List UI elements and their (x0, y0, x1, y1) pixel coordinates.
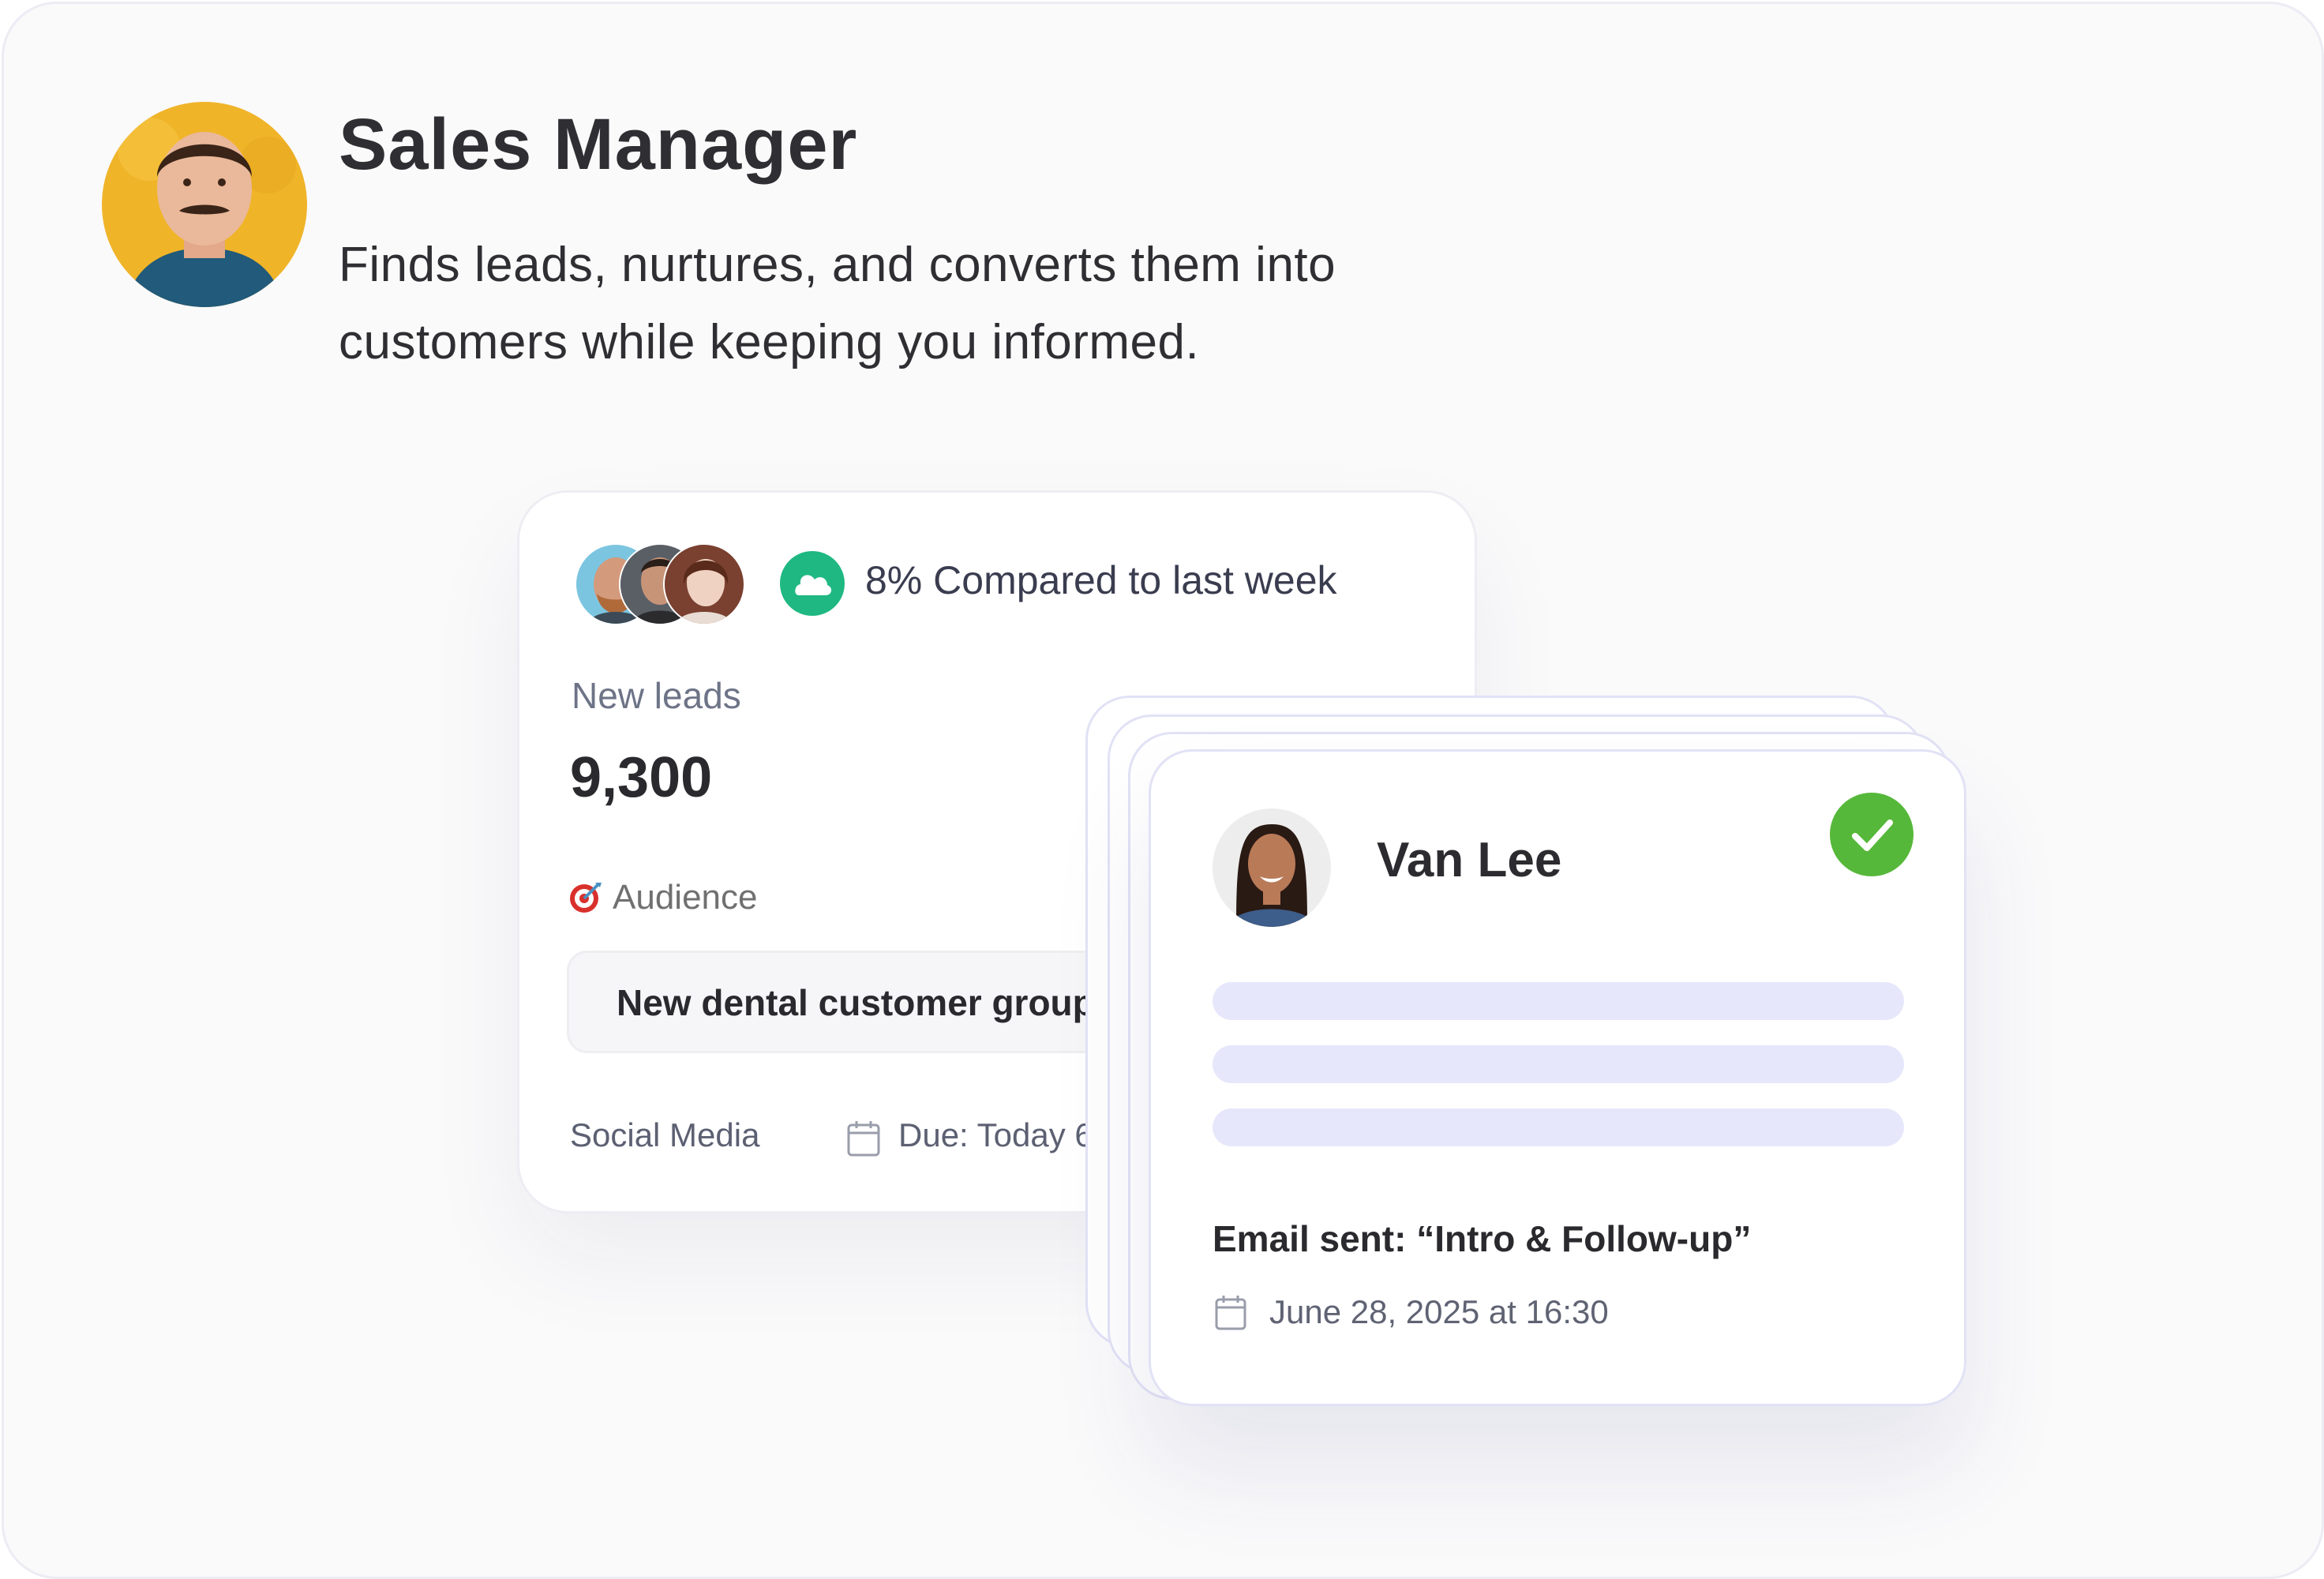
placeholder-line (1213, 1108, 1904, 1146)
due-date: Due: Today 6 (898, 1116, 1093, 1153)
check-circle-icon (1830, 793, 1914, 876)
leads-count: 9,300 (570, 746, 713, 809)
team-avatars (575, 543, 748, 625)
placeholder-line (1213, 1045, 1904, 1083)
team-avatar (663, 543, 745, 625)
lead-card[interactable]: Van Lee Email sent: “Intro & Follow-up” … (1149, 749, 1966, 1406)
audience-label: Audience (613, 878, 758, 917)
page-frame: Sales Manager Finds leads, nurtures, and… (2, 2, 2324, 1579)
email-sent-date: June 28, 2025 at 16:30 (1269, 1293, 1609, 1330)
sales-manager-avatar (102, 102, 307, 307)
lead-avatar (1213, 808, 1331, 927)
lead-source: Social Media (570, 1116, 760, 1153)
cloud-up-icon (780, 551, 845, 616)
lead-name: Van Lee (1377, 833, 1562, 887)
calendar-icon (847, 1121, 880, 1157)
placeholder-line (1213, 982, 1904, 1020)
email-status: Email sent: “Intro & Follow-up” (1213, 1218, 1752, 1259)
audience-value: New dental customer group (617, 982, 1095, 1023)
growth-comparison: 8% Compared to last week (865, 558, 1337, 602)
page-title: Sales Manager (339, 104, 858, 185)
target-icon (570, 883, 602, 913)
leads-label: New leads (572, 675, 741, 716)
calendar-icon (1215, 1296, 1246, 1330)
role-description: Finds leads, nurtures, and converts them… (339, 238, 1336, 369)
